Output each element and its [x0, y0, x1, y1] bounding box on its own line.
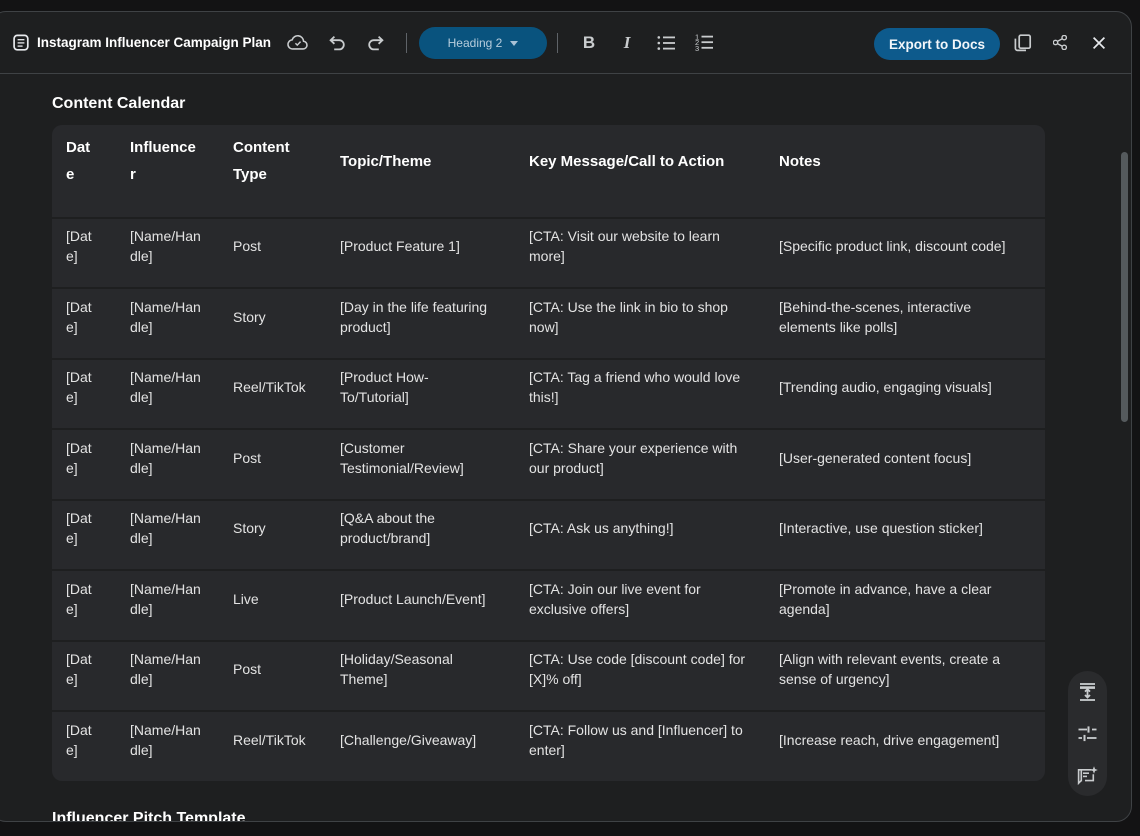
- svg-text:3: 3: [695, 44, 699, 51]
